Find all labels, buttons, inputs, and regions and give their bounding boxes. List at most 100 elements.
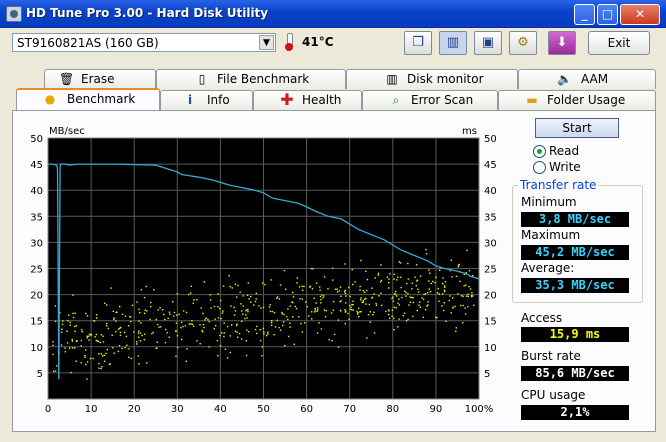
access-point — [165, 328, 167, 331]
access-point — [282, 324, 284, 327]
tab-folder-usage[interactable]: ▬ Folder Usage — [498, 90, 656, 110]
tab-erase[interactable]: 🗑 Erase — [44, 69, 156, 89]
access-point — [71, 340, 74, 342]
drive-select[interactable]: ST9160821AS (160 GB) ▼ — [12, 33, 276, 52]
access-point — [425, 248, 427, 251]
download-button[interactable]: ⬇ — [548, 31, 576, 55]
access-point — [274, 326, 277, 328]
x-tick-label: 40 — [214, 404, 227, 415]
access-point — [411, 282, 413, 284]
access-point — [248, 331, 250, 333]
access-point — [176, 292, 179, 295]
access-point — [452, 306, 454, 309]
access-point — [391, 309, 393, 311]
x-tick-label: 60 — [300, 404, 313, 415]
minimize-button[interactable]: _ — [574, 4, 595, 25]
start-button[interactable]: Start — [535, 118, 619, 138]
access-point — [320, 302, 322, 304]
access-point — [344, 289, 346, 291]
access-point — [347, 312, 349, 315]
access-point — [334, 288, 337, 290]
access-point — [399, 262, 402, 264]
access-point — [339, 286, 342, 288]
access-point — [128, 356, 130, 358]
access-point — [247, 282, 249, 284]
access-point — [160, 326, 162, 328]
compare-button[interactable]: ▥ — [439, 31, 467, 55]
chevron-down-icon[interactable]: ▼ — [259, 35, 274, 50]
tab-error-scan[interactable]: ⌕ Error Scan — [362, 90, 498, 110]
access-point — [176, 314, 178, 316]
access-point — [349, 304, 351, 307]
copy-button[interactable]: ❐ — [404, 31, 432, 55]
access-point — [138, 336, 140, 338]
options-button[interactable]: ⚙ — [509, 31, 537, 55]
access-point — [397, 276, 399, 278]
tab-label: Erase — [81, 72, 115, 86]
exit-button[interactable]: Exit — [588, 31, 650, 55]
access-point — [56, 365, 58, 367]
access-point — [125, 335, 128, 338]
access-point — [381, 304, 383, 307]
access-point — [236, 331, 238, 333]
access-point — [443, 289, 446, 291]
tab-label: Health — [302, 93, 342, 107]
access-point — [80, 362, 82, 364]
tab-health[interactable]: ✚ Health — [253, 90, 362, 110]
access-point — [332, 309, 335, 311]
access-point — [276, 297, 278, 299]
tab-disk-monitor[interactable]: ▥ Disk monitor — [346, 69, 518, 89]
access-point — [144, 333, 146, 335]
access-point — [388, 313, 390, 316]
maximize-button[interactable]: □ — [597, 4, 618, 25]
access-point — [427, 304, 429, 306]
access-point — [388, 278, 390, 280]
access-point — [351, 309, 353, 311]
average-label: Average: — [521, 261, 575, 275]
access-point — [457, 266, 459, 268]
access-point — [316, 307, 319, 309]
access-point — [435, 316, 437, 318]
close-button[interactable]: ✕ — [620, 4, 660, 25]
access-point — [375, 302, 377, 305]
access-point — [98, 362, 100, 365]
access-point — [455, 275, 458, 277]
tab-aam[interactable]: 🔈 AAM — [518, 69, 656, 89]
access-point — [246, 317, 248, 319]
access-point — [113, 352, 115, 354]
write-radio[interactable] — [533, 161, 546, 174]
access-point — [110, 287, 112, 289]
access-point — [344, 291, 346, 293]
access-point — [54, 320, 57, 323]
tab-info[interactable]: i Info — [160, 90, 253, 110]
access-point — [311, 288, 314, 290]
access-point — [361, 301, 364, 304]
access-point — [175, 330, 177, 333]
access-point — [273, 334, 275, 336]
access-point — [269, 304, 271, 306]
x-tick-label: 50 — [257, 404, 270, 415]
access-point — [101, 366, 103, 368]
access-point — [140, 289, 143, 291]
access-point — [363, 291, 366, 294]
access-point — [102, 335, 104, 337]
access-point — [289, 326, 291, 328]
access-point — [210, 307, 212, 309]
access-point — [319, 289, 321, 291]
access-point — [262, 327, 265, 330]
read-radio[interactable] — [533, 145, 546, 158]
access-point — [241, 320, 243, 323]
access-point — [412, 315, 414, 318]
access-point — [299, 297, 301, 300]
tab-file-benchmark[interactable]: ▯ File Benchmark — [156, 69, 346, 89]
access-point — [200, 307, 202, 309]
tab-benchmark[interactable]: ● Benchmark — [16, 88, 160, 110]
access-point — [136, 301, 138, 303]
access-point — [443, 309, 445, 312]
access-point — [337, 346, 340, 348]
access-point — [396, 295, 398, 297]
access-point — [332, 267, 334, 270]
access-point — [360, 259, 362, 262]
save-button[interactable]: ▣ — [474, 31, 502, 55]
access-point — [318, 322, 320, 324]
